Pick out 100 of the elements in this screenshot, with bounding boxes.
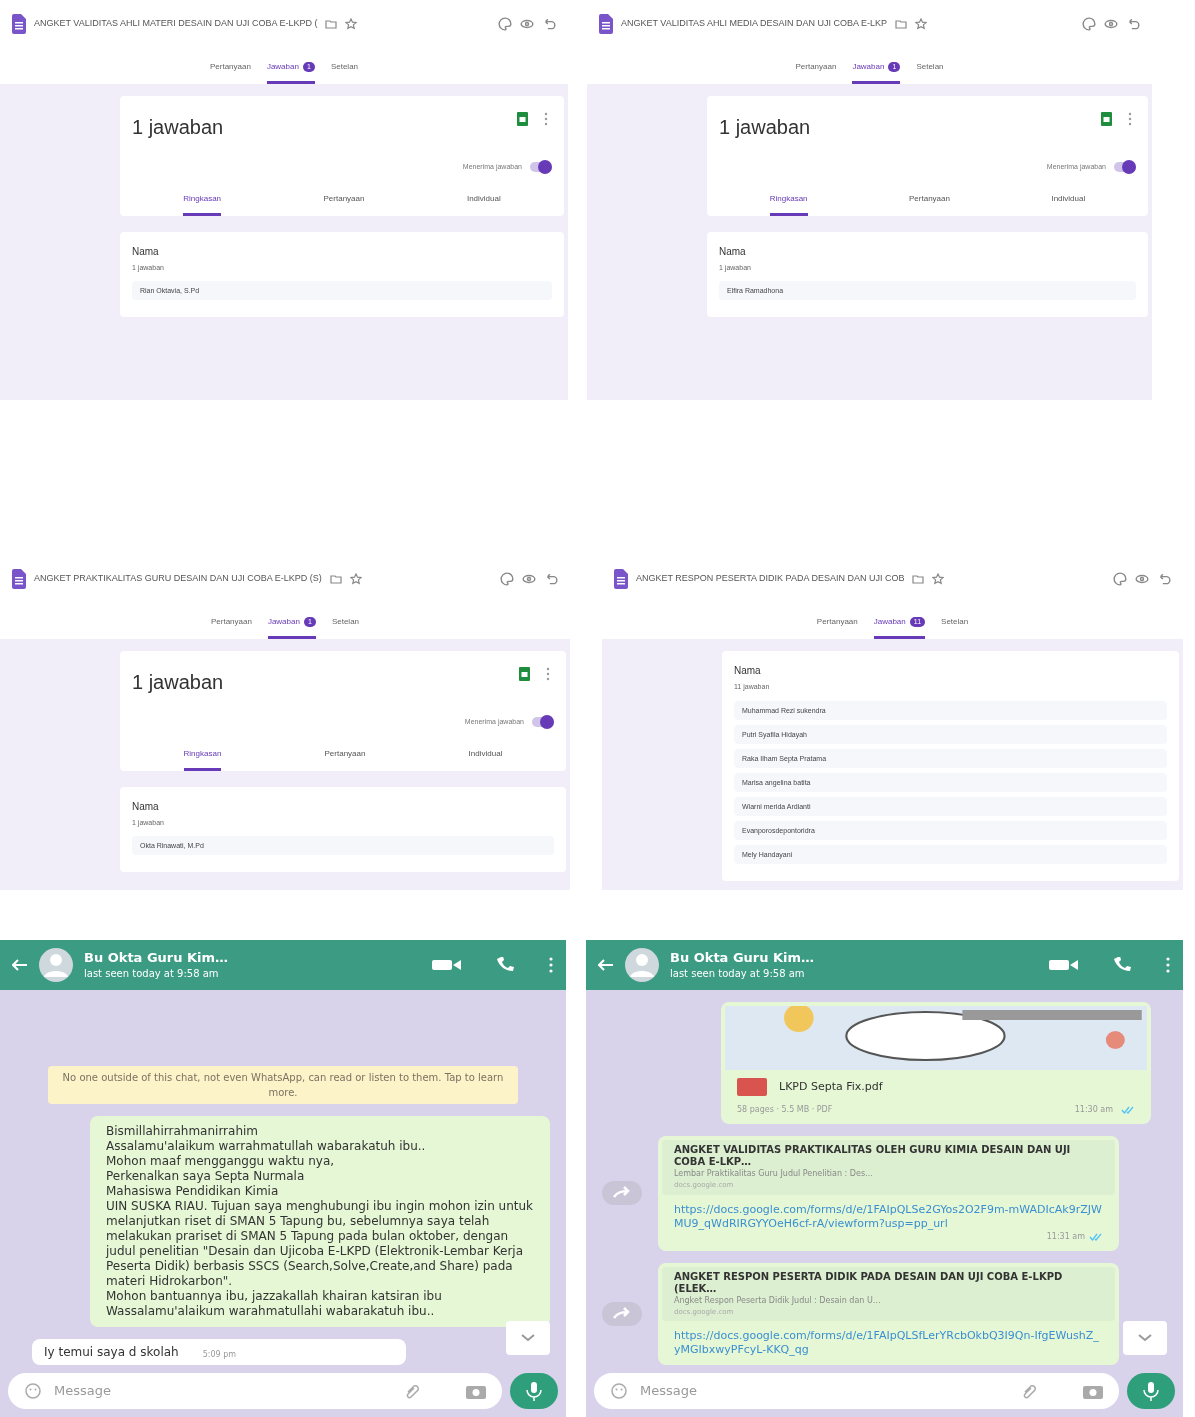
link-preview-title: ANGKET VALIDITAS PRAKTIKALITAS OLEH GURU KIMIA DESAIN DAN UJI COBA E-LKP…: [674, 1144, 1072, 1168]
spreadsheet-icon[interactable]: [1101, 112, 1112, 126]
star-icon[interactable]: [915, 18, 928, 30]
microphone-button-icon[interactable]: [510, 1373, 558, 1409]
summary-tab[interactable]: Individual: [1051, 192, 1086, 216]
form-title: ANGKET VALIDITAS AHLI MEDIA DESAIN DAN UJI COBA E-LKP: [621, 17, 888, 31]
spreadsheet-icon[interactable]: [517, 112, 528, 126]
form-tab[interactable]: Setelan: [941, 616, 969, 639]
folder-icon[interactable]: [912, 573, 925, 585]
question-title: Nama: [132, 799, 160, 814]
palette-icon[interactable]: [500, 572, 514, 586]
summary-tab[interactable]: Ringkasan: [183, 747, 222, 771]
star-icon[interactable]: [349, 573, 362, 585]
palette-icon[interactable]: [1082, 17, 1096, 31]
response-count: 1 jawaban: [719, 115, 812, 140]
camera-icon[interactable]: [1083, 1383, 1103, 1399]
spreadsheet-icon[interactable]: [519, 667, 530, 681]
summary-tab[interactable]: Pertanyaan: [323, 192, 365, 216]
form-title: ANGKET PRAKTIKALITAS GURU DESAIN DAN UJI COBA E-LKPD (S): [34, 572, 322, 586]
last-seen-status: last seen today at 9:58 am: [84, 966, 220, 981]
form-document-icon: [599, 14, 613, 34]
contact-name: Bu Okta Guru Kim…: [84, 949, 230, 966]
palette-icon[interactable]: [498, 17, 512, 31]
star-icon[interactable]: [932, 573, 945, 585]
palette-icon[interactable]: [1113, 572, 1127, 586]
link-preview-title: ANGKET RESPON PESERTA DIDIK PADA DESAIN DAN UJI COBA E-LKPD (ELEK…: [674, 1270, 1064, 1295]
link-preview-description: Lembar Praktikalitas Guru Judul Penelitian : Des…: [674, 1168, 875, 1180]
preview-eye-icon[interactable]: [1135, 572, 1149, 586]
video-call-icon[interactable]: [432, 958, 462, 972]
form-tab[interactable]: Pertanyaan: [816, 616, 858, 639]
microphone-button-icon[interactable]: [1127, 1373, 1175, 1409]
form-title: ANGKET RESPON PESERTA DIDIK PADA DESAIN DAN UJI COB: [636, 572, 905, 586]
message-composer[interactable]: Message: [594, 1373, 1119, 1409]
back-arrow-icon[interactable]: [12, 959, 28, 971]
form-tab[interactable]: Pertanyaan: [210, 616, 252, 639]
undo-icon[interactable]: [544, 572, 558, 586]
response-count: 1 jawaban: [132, 670, 225, 695]
message-time: 5:09 pm: [202, 1349, 237, 1361]
more-options-icon[interactable]: [1165, 957, 1171, 973]
undo-icon[interactable]: [1126, 17, 1140, 31]
summary-tab[interactable]: Pertanyaan: [909, 192, 950, 216]
message-time: 11:31 am: [1046, 1230, 1085, 1243]
outgoing-message: Bismillahirrahmanirrahim Assalamu'alaikum warrahmatullah wabarakatuh ibu.. Mohon maaf mengganggu waktu nya, Perkenalkan saya Septa Nurmala Mahasiswa Pendidikan Kimia UIN SUSKA RIAU. Tujuan saya menghubungi ibu ingin mohon izin untuk melanjutkan riset di SMAN 5 Tapung bu, sebelumnya saya telah melakukan prariset di SMAN 5 Tapung pada bulan oktober, dengan judul penelitian "Desain dan Ujicoba E-LKPD (Elektronik-Lembar Kerja Peserta Didik) berbasis SSCS (Search,Solve,Create,and Share) pada materi Hidrokarbon". Mohon bantuannya ibu, jazzakallah khairan katsiran ibu Wassalamu'alaikum warahmatullahi wabarakatuh ibu..: [90, 1116, 550, 1327]
file-details: 58 pages · 5.5 MB · PDF: [737, 1104, 834, 1116]
avatar-icon[interactable]: [36, 947, 76, 983]
read-ticks-icon: [1121, 1106, 1135, 1114]
undo-icon[interactable]: [542, 17, 556, 31]
summary-tab[interactable]: Individual: [468, 747, 503, 771]
document-message[interactable]: LKPD Septa Fix.pdf 58 pages · 5.5 MB · PDF 11:30 am: [721, 1002, 1151, 1124]
emoji-icon[interactable]: [24, 1382, 42, 1400]
form-document-icon: [614, 569, 628, 589]
preview-eye-icon[interactable]: [1104, 17, 1118, 31]
message-input[interactable]: Message: [640, 1381, 1009, 1401]
form-tab[interactable]: Setelan: [330, 61, 359, 84]
accepting-responses-switch[interactable]: [530, 162, 552, 173]
last-seen-status: last seen today at 9:58 am: [670, 966, 806, 981]
avatar-icon[interactable]: [622, 947, 662, 983]
preview-eye-icon[interactable]: [520, 17, 534, 31]
form-tab[interactable]: Setelan: [916, 61, 944, 84]
attachment-icon[interactable]: [404, 1382, 422, 1400]
camera-icon[interactable]: [466, 1383, 486, 1399]
folder-icon[interactable]: [325, 18, 338, 30]
read-ticks-icon: [1089, 1232, 1103, 1241]
encryption-notice[interactable]: No one outside of this chat, not even WhatsApp, can read or listen to them. Tap to learn more.: [48, 1066, 518, 1104]
folder-icon[interactable]: [895, 18, 908, 30]
message-input[interactable]: Message: [54, 1381, 392, 1401]
video-call-icon[interactable]: [1049, 958, 1079, 972]
accepting-responses-switch[interactable]: [532, 717, 554, 728]
folder-icon[interactable]: [329, 573, 342, 585]
form-document-icon: [12, 569, 26, 589]
form-document-icon: [12, 14, 26, 34]
pdf-file-icon: [737, 1078, 767, 1096]
message-text: Iy temui saya d skolah: [44, 1344, 179, 1361]
response-count: 1 jawaban: [132, 115, 225, 140]
form-title: ANGKET VALIDITAS AHLI MATERI DESAIN DAN UJI COBA E-LKPD (: [34, 17, 318, 31]
summary-tab[interactable]: Individual: [466, 192, 501, 216]
question-title: Nama: [734, 664, 762, 678]
emoji-icon[interactable]: [610, 1382, 628, 1400]
phone-icon[interactable]: [1111, 957, 1133, 973]
question-title: Nama: [132, 244, 160, 259]
link-preview-description: Angket Respon Peserta Didik Judul : Desain dan U…: [674, 1294, 882, 1307]
question-title: Nama: [719, 244, 747, 259]
phone-icon[interactable]: [494, 957, 516, 973]
file-name: LKPD Septa Fix.pdf: [779, 1078, 883, 1095]
message-time: 11:30 am: [1074, 1104, 1113, 1116]
preview-eye-icon[interactable]: [522, 572, 536, 586]
form-tab[interactable]: Pertanyaan: [209, 61, 251, 84]
accepting-responses-switch[interactable]: [1114, 162, 1136, 173]
summary-tab[interactable]: Ringkasan: [183, 192, 222, 216]
undo-icon[interactable]: [1157, 572, 1171, 586]
form-tab[interactable]: Setelan: [331, 616, 360, 639]
back-arrow-icon[interactable]: [598, 959, 614, 971]
contact-name: Bu Okta Guru Kim…: [670, 949, 816, 966]
attachment-icon[interactable]: [1021, 1382, 1039, 1400]
summary-tab[interactable]: Ringkasan: [769, 192, 808, 216]
more-options-icon[interactable]: [548, 957, 554, 973]
summary-tab[interactable]: Pertanyaan: [324, 747, 366, 771]
message-composer[interactable]: Message: [8, 1373, 502, 1409]
star-icon[interactable]: [345, 18, 358, 30]
form-tab[interactable]: Pertanyaan: [795, 61, 837, 84]
